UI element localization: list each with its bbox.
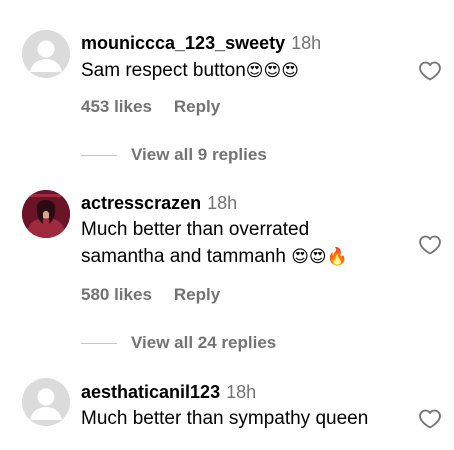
divider-line xyxy=(81,154,117,156)
emoji: 😍😍😍 xyxy=(245,61,299,81)
comment-text-line-2: samantha and tammanh 😍😍🔥 xyxy=(81,243,348,271)
comment-text-line-1: Much better than overrated xyxy=(81,216,309,243)
comment-header: actresscrazen 18h xyxy=(81,192,237,214)
avatar[interactable] xyxy=(22,190,70,238)
default-avatar-icon xyxy=(22,378,70,426)
reply-button[interactable]: Reply xyxy=(174,97,220,116)
timestamp[interactable]: 18h xyxy=(207,193,237,213)
heart-outline-icon[interactable] xyxy=(417,233,443,257)
heart-outline-icon[interactable] xyxy=(417,59,443,83)
default-avatar-icon xyxy=(22,30,70,78)
username[interactable]: mouniccca_123_sweety xyxy=(81,33,285,53)
username[interactable]: aesthaticanil123 xyxy=(81,382,220,402)
comment-text-body: Much better than sympathy queen xyxy=(81,408,369,429)
comment-text-body: Sam respect button xyxy=(81,60,246,81)
comment-text-body: samantha and tammanh xyxy=(81,246,286,267)
view-replies-button[interactable]: View all 24 replies xyxy=(81,333,276,353)
likes-count[interactable]: 453 likes xyxy=(81,97,152,116)
heart-outline-icon[interactable] xyxy=(417,407,443,431)
comment-text-body: Much better than overrated xyxy=(81,219,310,240)
comment-meta: 580 likes Reply xyxy=(81,285,220,305)
comment-text: Much better than sympathy queen xyxy=(81,405,368,432)
view-replies-label: View all 9 replies xyxy=(131,145,267,164)
avatar[interactable] xyxy=(22,378,70,426)
comment-header: aesthaticanil123 18h xyxy=(81,381,256,403)
view-replies-label: View all 24 replies xyxy=(131,333,277,352)
avatar[interactable] xyxy=(22,30,70,78)
reply-button[interactable]: Reply xyxy=(174,285,220,304)
view-replies-button[interactable]: View all 9 replies xyxy=(81,145,267,165)
timestamp[interactable]: 18h xyxy=(291,33,321,53)
likes-count[interactable]: 580 likes xyxy=(81,285,152,304)
profile-photo xyxy=(22,190,70,238)
divider-line xyxy=(81,342,117,344)
comment-header: mouniccca_123_sweety 18h xyxy=(81,32,321,54)
comment-meta: 453 likes Reply xyxy=(81,97,220,117)
emoji: 😍😍🔥 xyxy=(291,247,348,267)
timestamp[interactable]: 18h xyxy=(226,382,256,402)
comment-text: Sam respect button😍😍😍 xyxy=(81,57,299,85)
username[interactable]: actresscrazen xyxy=(81,193,201,213)
